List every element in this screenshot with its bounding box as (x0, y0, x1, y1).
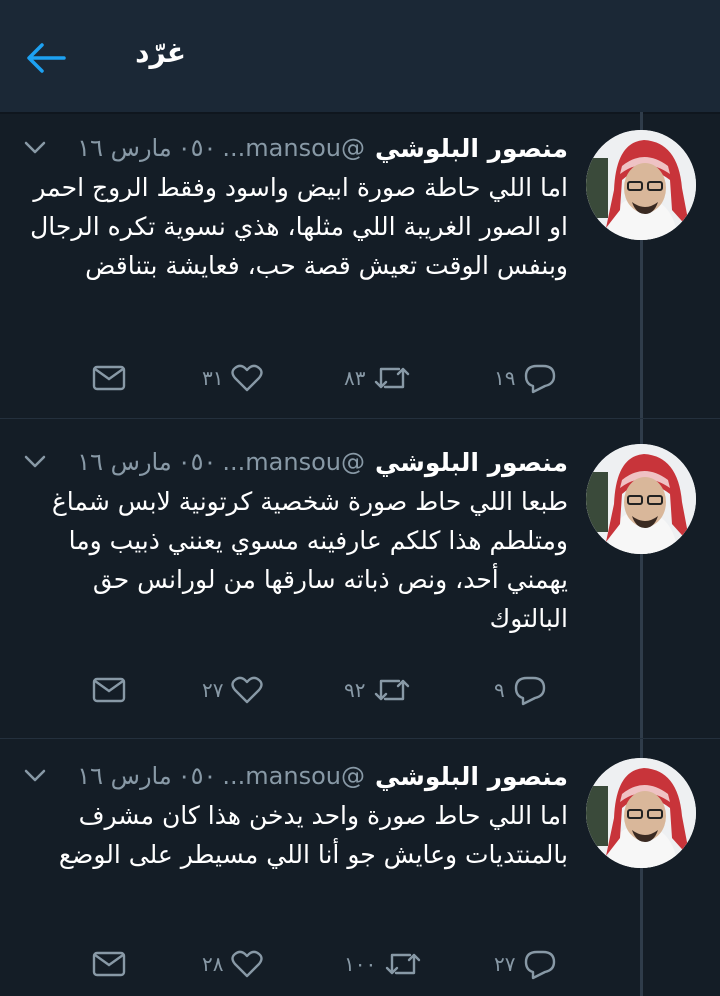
tweet[interactable]: منصور البلوشي @mansou... ٠٥٠ مارس ١٦ طبع… (0, 442, 720, 738)
author-handle[interactable]: @mansou... (222, 134, 365, 162)
tweet-header: منصور البلوشي @mansou... ٠٥٠ مارس ١٦ (77, 756, 568, 796)
like-button[interactable]: ٣١ (202, 360, 264, 396)
like-button[interactable]: ٢٧ (202, 672, 264, 708)
heart-icon (231, 676, 264, 704)
avatar[interactable] (586, 130, 696, 240)
heart-icon (231, 364, 264, 392)
retweet-count: ١٠٠ (344, 952, 377, 976)
like-count: ٢٧ (202, 678, 224, 702)
dm-button[interactable] (92, 672, 126, 708)
avatar[interactable] (586, 758, 696, 868)
reply-icon (525, 364, 556, 394)
author-handle[interactable]: @mansou... (222, 762, 365, 790)
retweet-button[interactable]: ١٠٠ (344, 946, 422, 982)
retweet-icon (375, 679, 410, 701)
retweet-count: ٩٢ (344, 678, 366, 702)
time-separator: ٠٥٠ (177, 762, 217, 790)
reply-icon (525, 950, 556, 980)
tweet-date[interactable]: مارس ١٦ (77, 134, 171, 162)
reply-count: ٩ (494, 678, 505, 702)
retweet-button[interactable]: ٨٣ (344, 360, 411, 396)
retweet-count: ٨٣ (344, 366, 366, 390)
message-icon (92, 365, 126, 391)
author-name[interactable]: منصور البلوشي (375, 448, 568, 477)
tweet-divider (0, 418, 720, 419)
tweet-actions: ٣١ ٨٣ ١٩ (90, 360, 570, 396)
like-count: ٢٨ (202, 952, 224, 976)
tweet-date[interactable]: مارس ١٦ (77, 448, 171, 476)
top-header: غرّد (0, 0, 720, 114)
tweet-text: اما اللي حاط صورة واحد يدخن هذا كان مشرف… (58, 801, 568, 869)
reply-button[interactable]: ٢٧ (494, 946, 557, 982)
reply-button[interactable]: ٩ (494, 672, 547, 708)
author-handle[interactable]: @mansou... (222, 448, 365, 476)
reply-count: ١٩ (494, 366, 516, 390)
back-arrow-icon[interactable] (24, 40, 66, 76)
message-icon (92, 677, 126, 703)
heart-icon (231, 950, 264, 978)
tweet-text: طبعا اللي حاط صورة شخصية كرتونية لابس شم… (51, 487, 568, 633)
tweet-actions: ٢٨ ١٠٠ ٢٧ (90, 946, 570, 982)
tweet-actions: ٢٧ ٩٢ ٩ (90, 672, 570, 708)
time-separator: ٠٥٠ (177, 448, 217, 476)
reply-icon (514, 676, 545, 706)
dm-button[interactable] (92, 360, 126, 396)
tweet[interactable]: منصور البلوشي @mansou... ٠٥٠ مارس ١٦ اما… (0, 128, 720, 418)
chevron-down-icon[interactable] (22, 762, 48, 788)
tweet-divider (0, 738, 720, 739)
time-separator: ٠٥٠ (177, 134, 217, 162)
reply-count: ٢٧ (494, 952, 516, 976)
retweet-icon (375, 367, 410, 389)
reply-button[interactable]: ١٩ (494, 360, 557, 396)
dm-button[interactable] (92, 946, 126, 982)
page-title: غرّد (135, 36, 186, 69)
tweet[interactable]: منصور البلوشي @mansou... ٠٥٠ مارس ١٦ اما… (0, 756, 720, 996)
retweet-icon (386, 953, 421, 975)
tweet-text: اما اللي حاطة صورة ابيض واسود وفقط الروج… (30, 173, 568, 280)
message-icon (92, 951, 126, 977)
like-button[interactable]: ٢٨ (202, 946, 264, 982)
chevron-down-icon[interactable] (22, 448, 48, 474)
chevron-down-icon[interactable] (22, 134, 48, 160)
author-name[interactable]: منصور البلوشي (375, 134, 568, 163)
author-name[interactable]: منصور البلوشي (375, 762, 568, 791)
like-count: ٣١ (202, 366, 224, 390)
tweet-header: منصور البلوشي @mansou... ٠٥٠ مارس ١٦ (77, 442, 568, 482)
avatar[interactable] (586, 444, 696, 554)
retweet-button[interactable]: ٩٢ (344, 672, 411, 708)
tweet-date[interactable]: مارس ١٦ (77, 762, 171, 790)
tweet-header: منصور البلوشي @mansou... ٠٥٠ مارس ١٦ (77, 128, 568, 168)
